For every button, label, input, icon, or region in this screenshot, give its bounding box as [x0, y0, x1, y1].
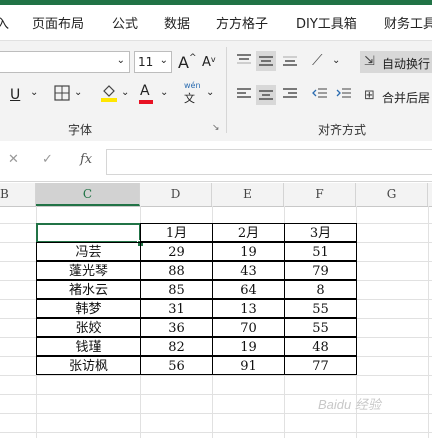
alignment-group-label: 对齐方式	[318, 123, 367, 137]
table-cell[interactable]: 77	[284, 356, 357, 375]
caret-up-icon: ^	[188, 53, 197, 63]
table-header-cell[interactable]: 3月	[284, 223, 357, 242]
table-cell[interactable]: 88	[140, 261, 213, 280]
phonetic-guide-button[interactable]: wén 文	[184, 81, 201, 106]
font-group-label: 字体	[68, 123, 93, 137]
table-header-cell[interactable]: 1月	[140, 223, 213, 242]
grow-font-button[interactable]: A^	[178, 53, 197, 72]
borders-icon[interactable]	[54, 85, 70, 104]
merge-center-button[interactable]: ⊞ 合并后居	[362, 85, 432, 107]
title-bar-strip	[0, 0, 432, 5]
table-cell[interactable]: 钱瑾	[36, 337, 141, 356]
align-right-icon[interactable]	[282, 87, 298, 104]
column-header-b[interactable]: B	[0, 183, 36, 206]
table-cell[interactable]: 43	[212, 261, 285, 280]
font-size-value: 11	[138, 55, 154, 69]
cancel-icon[interactable]: ✕	[8, 152, 19, 167]
wrap-text-icon: ⇲	[364, 54, 375, 69]
table-cell[interactable]: 冯芸	[36, 242, 141, 261]
watermark: Baidu 经验	[318, 397, 381, 412]
underline-button[interactable]: U	[10, 87, 20, 103]
table-cell[interactable]: 56	[140, 356, 213, 375]
tab-fangfang[interactable]: 方方格子	[216, 13, 268, 32]
column-header-c[interactable]: C	[36, 183, 140, 206]
font-name-dropdown[interactable]: ⌄	[0, 51, 130, 73]
merge-cells-icon: ⊞	[364, 88, 375, 103]
table-cell[interactable]: 13	[212, 299, 285, 318]
table-cell[interactable]: 31	[140, 299, 213, 318]
table-cell[interactable]: 70	[212, 318, 285, 337]
tab-insert[interactable]: 入	[0, 13, 9, 32]
orientation-icon[interactable]: ⟋	[312, 51, 323, 69]
align-left-icon[interactable]	[236, 87, 252, 104]
table-cell[interactable]: 张访枫	[36, 356, 141, 375]
align-center-icon[interactable]	[256, 85, 276, 105]
align-middle-icon[interactable]	[256, 51, 276, 71]
table-cell[interactable]: 51	[284, 242, 357, 261]
table-cell[interactable]: 张姣	[36, 318, 141, 337]
table-header-cell[interactable]: 2月	[212, 223, 285, 242]
tab-data[interactable]: 数据	[164, 13, 190, 32]
column-header-d[interactable]: D	[140, 183, 212, 206]
selected-cell-c1[interactable]	[36, 223, 141, 243]
chevron-down-icon: ⌄	[159, 55, 168, 66]
insert-function-icon[interactable]: fx	[80, 152, 92, 167]
table-cell[interactable]: 蓬光琴	[36, 261, 141, 280]
table-cell[interactable]: 55	[284, 318, 357, 337]
column-header-bar: B C D E F G	[0, 183, 432, 207]
align-top-icon[interactable]	[236, 53, 252, 70]
column-header-f[interactable]: F	[284, 183, 356, 206]
table-cell[interactable]: 48	[284, 337, 357, 356]
chevron-down-icon[interactable]: ⌄	[206, 87, 214, 98]
formula-bar: ✕ ✓ fx	[0, 141, 432, 182]
formula-input[interactable]	[106, 149, 432, 175]
table-cell[interactable]: 82	[140, 337, 213, 356]
chevron-down-icon[interactable]: ⌄	[332, 55, 340, 66]
table-cell[interactable]: 91	[212, 356, 285, 375]
decrease-indent-icon[interactable]	[312, 87, 328, 104]
increase-indent-icon[interactable]	[336, 87, 352, 104]
dialog-launcher-icon[interactable]: ↘	[212, 123, 220, 133]
chevron-down-icon[interactable]: ⌄	[160, 87, 168, 98]
worksheet-grid[interactable]: 1月 2月 3月 冯芸 29 19 51 蓬光琴 88 43 79 褚水云 85…	[0, 206, 432, 438]
table-cell[interactable]: 79	[284, 261, 357, 280]
font-color-swatch	[139, 100, 153, 104]
chevron-down-icon[interactable]: ⌄	[74, 87, 82, 98]
chevron-down-icon[interactable]: ⌄	[30, 87, 38, 98]
fill-color-icon[interactable]	[100, 83, 118, 106]
table-cell[interactable]: 29	[140, 242, 213, 261]
table-cell[interactable]: 36	[140, 318, 213, 337]
column-header-g[interactable]: G	[356, 183, 428, 206]
table-cell[interactable]: 韩梦	[36, 299, 141, 318]
table-cell[interactable]: 19	[212, 337, 285, 356]
shrink-font-button[interactable]: Av	[202, 55, 216, 70]
chevron-down-icon[interactable]: ⌄	[121, 87, 129, 98]
tab-page-layout[interactable]: 页面布局	[32, 13, 84, 32]
wrap-text-button[interactable]: ⇲ 自动换行	[360, 51, 432, 73]
ribbon-tab-bar: 入 页面布局 公式 数据 方方格子 DIY工具箱 财务工具	[0, 0, 432, 40]
tab-diy-toolbox[interactable]: DIY工具箱	[296, 13, 357, 32]
confirm-icon[interactable]: ✓	[42, 152, 53, 167]
caret-down-icon: v	[210, 55, 216, 64]
table-cell[interactable]: 褚水云	[36, 280, 141, 299]
font-size-dropdown[interactable]: 11 ⌄	[134, 51, 172, 73]
table-cell[interactable]: 55	[284, 299, 357, 318]
tab-finance-tools[interactable]: 财务工具	[384, 13, 432, 32]
tab-formulas[interactable]: 公式	[112, 13, 138, 32]
group-separator	[226, 47, 227, 133]
table-cell[interactable]: 19	[212, 242, 285, 261]
font-color-button[interactable]: A	[139, 83, 153, 104]
table-cell[interactable]: 8	[284, 280, 357, 299]
ribbon-body: ⌄ 11 ⌄ A^ Av U ⌄ ⌄ ⌄ A ⌄ wén 文 ⌄ 字体 ↘ ⟋ ⌄…	[0, 40, 432, 142]
table-cell[interactable]: 64	[212, 280, 285, 299]
table-cell[interactable]: 85	[140, 280, 213, 299]
column-header-e[interactable]: E	[212, 183, 284, 206]
chevron-down-icon: ⌄	[116, 55, 125, 66]
align-bottom-icon[interactable]	[282, 53, 298, 70]
